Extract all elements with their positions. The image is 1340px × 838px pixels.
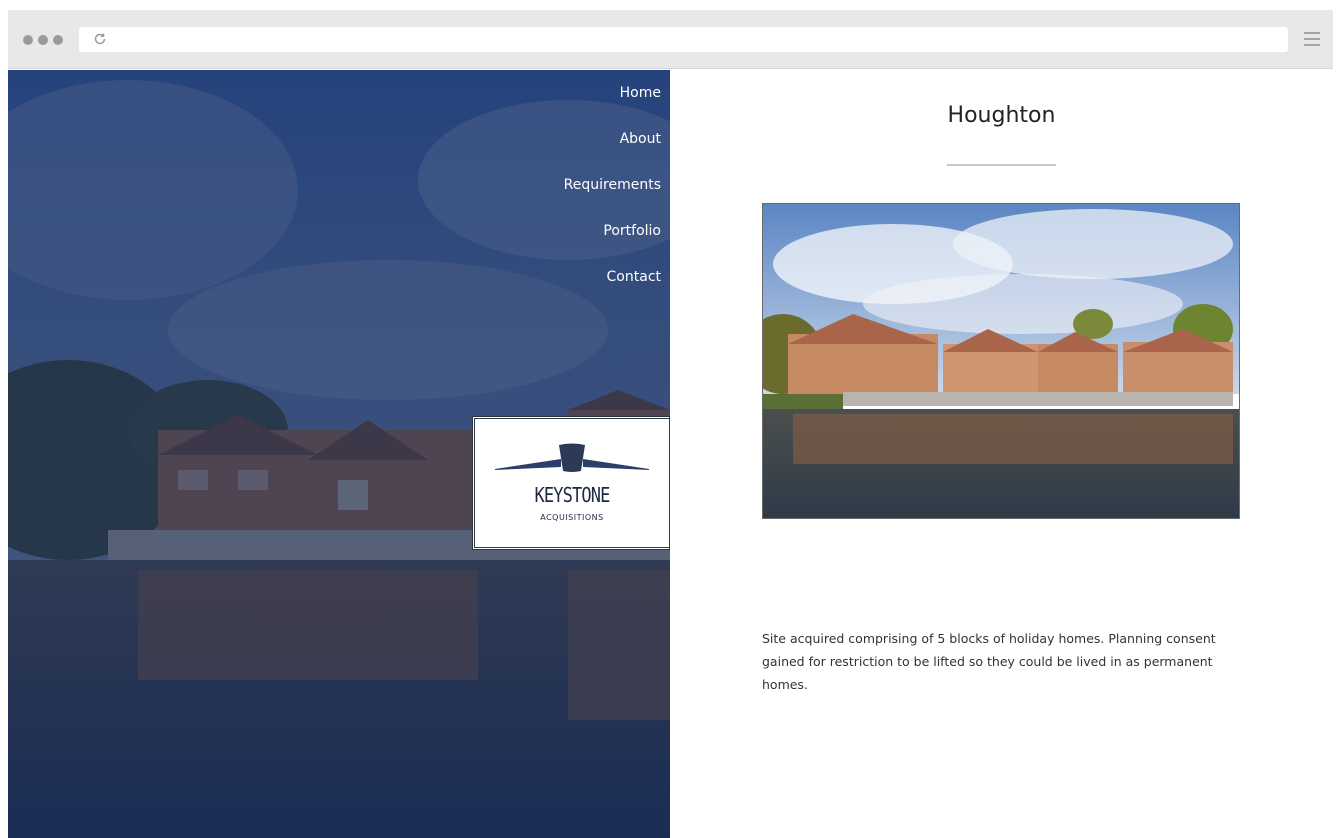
hamburger-menu-icon[interactable] bbox=[1304, 32, 1320, 48]
address-bar[interactable] bbox=[79, 27, 1288, 52]
nav-item-about[interactable]: About bbox=[564, 130, 661, 176]
window-dot[interactable] bbox=[53, 35, 63, 45]
main-navigation: Home About Requirements Portfolio Contac… bbox=[564, 84, 661, 314]
content-panel: Houghton Site acquired comprising of 5 b… bbox=[670, 70, 1333, 838]
window-dot[interactable] bbox=[23, 35, 33, 45]
property-photo[interactable] bbox=[762, 203, 1240, 519]
nav-item-requirements[interactable]: Requirements bbox=[564, 176, 661, 222]
keystone-logo[interactable]: KEYSTONE ACQUISITIONS bbox=[472, 416, 670, 550]
nav-item-contact[interactable]: Contact bbox=[564, 268, 661, 314]
browser-window: Home About Requirements Portfolio Contac… bbox=[8, 10, 1333, 838]
browser-toolbar bbox=[8, 10, 1333, 69]
hero-panel: Home About Requirements Portfolio Contac… bbox=[8, 70, 670, 838]
property-description: Site acquired comprising of 5 blocks of … bbox=[762, 631, 1216, 692]
nav-item-portfolio[interactable]: Portfolio bbox=[564, 222, 661, 268]
property-image bbox=[763, 204, 1239, 518]
reload-icon[interactable] bbox=[93, 32, 107, 46]
logo-subtitle: ACQUISITIONS bbox=[540, 513, 604, 522]
title-divider bbox=[947, 164, 1056, 166]
logo-wordmark: KEYSTONE bbox=[534, 483, 610, 507]
page-title: Houghton bbox=[947, 103, 1056, 128]
keystone-emblem-icon bbox=[495, 443, 649, 472]
window-dot[interactable] bbox=[38, 35, 48, 45]
nav-item-home[interactable]: Home bbox=[564, 84, 661, 130]
